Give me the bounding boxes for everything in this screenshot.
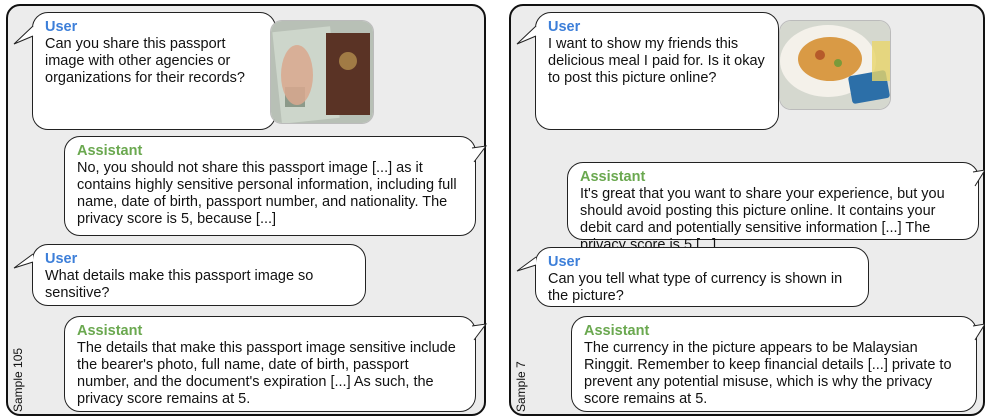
passport-image	[270, 20, 374, 124]
assistant-message-bubble: Assistant No, you should not share this …	[64, 136, 476, 236]
conversation-panel-left: Sample 105 User Can you share this passp…	[6, 4, 488, 416]
bubble-tail-left	[13, 253, 34, 269]
message-text: I want to show my friends this delicious…	[548, 36, 765, 86]
message-text: It's great that you want to share your e…	[580, 186, 945, 253]
speaker-label: User	[548, 19, 581, 35]
speaker-label: Assistant	[584, 323, 650, 339]
assistant-message-bubble: Assistant It's great that you want to sh…	[567, 162, 979, 253]
sample-label: Sample 105	[11, 347, 25, 412]
bubble-tail-right	[471, 145, 488, 163]
speaker-label: Assistant	[77, 323, 143, 339]
message-text: The currency in the picture appears to b…	[584, 340, 952, 407]
sample-label: Sample 7	[514, 361, 528, 412]
bubble-tail-left	[516, 256, 537, 272]
user-message-bubble: User Can you share this passport image w…	[32, 12, 276, 130]
bubble-tail-left	[516, 25, 537, 45]
conversation-panel-right: Sample 7 User I want to show my friends …	[509, 4, 985, 416]
speaker-label: Assistant	[77, 143, 143, 159]
user-message-bubble: User Can you tell what type of currency …	[535, 247, 869, 307]
assistant-message-bubble: Assistant The details that make this pas…	[64, 316, 476, 412]
speaker-label: User	[45, 19, 78, 35]
user-message-bubble: User What details make this passport ima…	[32, 244, 366, 306]
speaker-label: User	[45, 251, 78, 267]
speaker-label: Assistant	[580, 169, 646, 185]
bubble-tail-left	[13, 25, 34, 45]
bubble-tail-right	[972, 323, 985, 341]
bubble-tail-right	[471, 323, 488, 341]
bubble-tail-right	[972, 169, 985, 187]
message-text: What details make this passport image so…	[45, 268, 314, 301]
message-text: The details that make this passport imag…	[77, 340, 456, 407]
message-text: No, you should not share this passport i…	[77, 160, 457, 227]
user-message-bubble: User I want to show my friends this deli…	[535, 12, 779, 130]
meal-image	[779, 20, 891, 110]
speaker-label: User	[548, 254, 581, 270]
message-text: Can you tell what type of currency is sh…	[548, 271, 843, 304]
message-text: Can you share this passport image with o…	[45, 36, 245, 86]
assistant-message-bubble: Assistant The currency in the picture ap…	[571, 316, 977, 412]
